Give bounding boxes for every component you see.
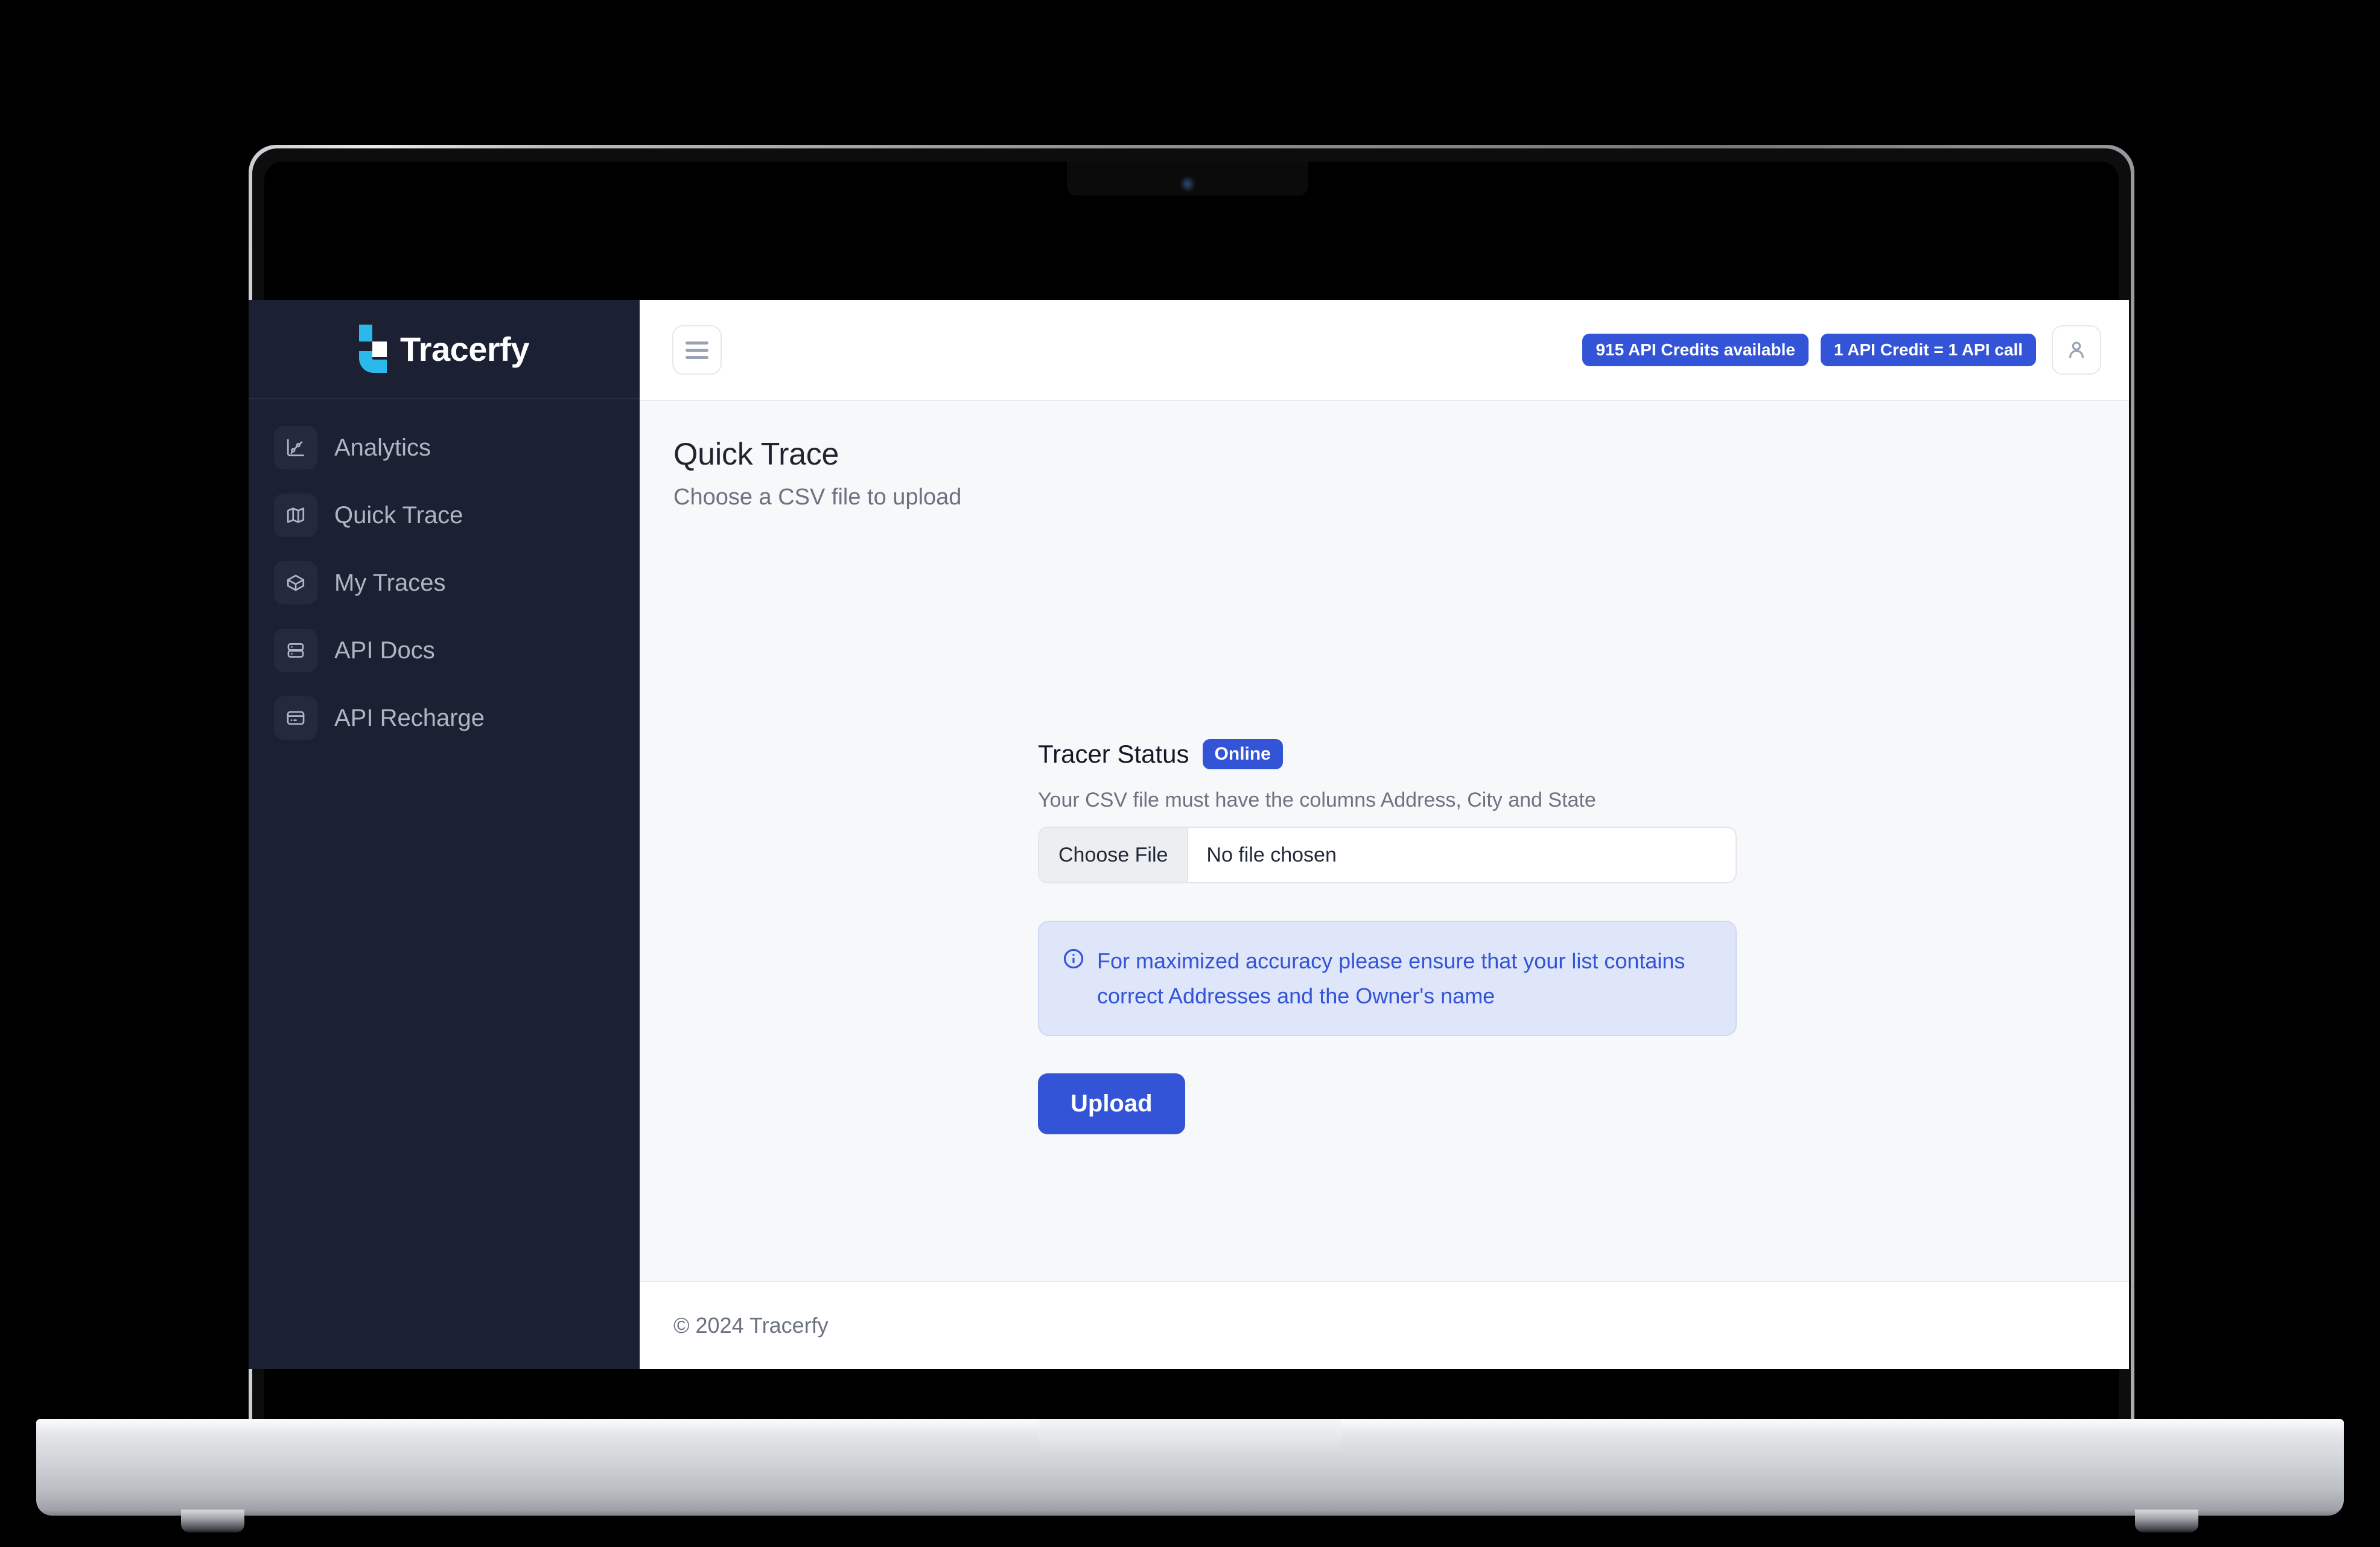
app-viewport: Tracerfy Analytics Quick Trace My Traces… bbox=[249, 300, 2129, 1369]
sidebar-item-analytics[interactable]: Analytics bbox=[249, 426, 640, 469]
api-credits-badge[interactable]: 915 API Credits available bbox=[1582, 334, 1809, 366]
copyright-text: © 2024 Tracerfy bbox=[673, 1313, 829, 1338]
laptop-base-notch bbox=[1039, 1419, 1341, 1456]
tracer-status-label: Tracer Status bbox=[1038, 740, 1189, 768]
package-box-icon bbox=[274, 561, 317, 605]
brand-name: Tracerfy bbox=[400, 329, 529, 368]
sidebar-item-quick-trace[interactable]: Quick Trace bbox=[249, 494, 640, 537]
topbar: 915 API Credits available 1 API Credit =… bbox=[640, 300, 2129, 401]
info-circle-icon bbox=[1063, 948, 1084, 969]
sidebar-item-label: API Docs bbox=[334, 637, 435, 664]
laptop-mockup: Tracerfy Analytics Quick Trace My Traces… bbox=[0, 0, 2380, 1547]
hamburger-menu-icon[interactable] bbox=[672, 325, 722, 375]
sidebar-item-my-traces[interactable]: My Traces bbox=[249, 561, 640, 605]
main-area: 915 API Credits available 1 API Credit =… bbox=[640, 300, 2129, 1369]
page-subtitle: Choose a CSV file to upload bbox=[673, 484, 962, 510]
map-icon bbox=[274, 494, 317, 537]
laptop-foot-right bbox=[2135, 1510, 2198, 1533]
upload-button[interactable]: Upload bbox=[1038, 1073, 1185, 1135]
sidebar-logo[interactable]: Tracerfy bbox=[249, 300, 640, 399]
file-name-display: No file chosen bbox=[1206, 843, 1337, 866]
api-conversion-badge[interactable]: 1 API Credit = 1 API call bbox=[1820, 334, 2036, 366]
sidebar-nav: Analytics Quick Trace My Traces API Docs… bbox=[249, 399, 640, 764]
status-badge: Online bbox=[1202, 739, 1283, 769]
webcam-icon bbox=[1180, 176, 1195, 192]
info-alert: For maximized accuracy please ensure tha… bbox=[1038, 921, 1737, 1037]
laptop-foot-left bbox=[181, 1510, 244, 1533]
sidebar-item-label: API Recharge bbox=[334, 704, 485, 731]
sidebar-item-label: Quick Trace bbox=[334, 501, 463, 529]
analytics-chart-icon bbox=[274, 426, 317, 469]
tracerfy-logo-icon bbox=[359, 325, 387, 373]
upload-form: Tracer Status Online Your CSV file must … bbox=[1038, 739, 1737, 1135]
tracer-status-row: Tracer Status Online bbox=[1038, 739, 1737, 769]
server-database-icon bbox=[274, 629, 317, 672]
page-content: Quick Trace Choose a CSV file to upload … bbox=[640, 401, 2129, 1281]
sidebar-item-label: My Traces bbox=[334, 569, 446, 596]
sidebar-item-api-docs[interactable]: API Docs bbox=[249, 629, 640, 672]
user-person-icon[interactable] bbox=[2052, 325, 2101, 375]
choose-file-button[interactable]: Choose File bbox=[1039, 828, 1189, 882]
sidebar: Tracerfy Analytics Quick Trace My Traces… bbox=[249, 300, 640, 1369]
info-alert-text: For maximized accuracy please ensure tha… bbox=[1097, 948, 1685, 1008]
footer: © 2024 Tracerfy bbox=[640, 1281, 2129, 1369]
sidebar-item-label: Analytics bbox=[334, 434, 431, 461]
page-title: Quick Trace bbox=[673, 437, 839, 472]
file-input[interactable]: Choose File No file chosen bbox=[1038, 827, 1737, 883]
credit-card-icon bbox=[274, 696, 317, 740]
csv-columns-hint: Your CSV file must have the columns Addr… bbox=[1038, 789, 1596, 812]
sidebar-item-api-recharge[interactable]: API Recharge bbox=[249, 696, 640, 740]
